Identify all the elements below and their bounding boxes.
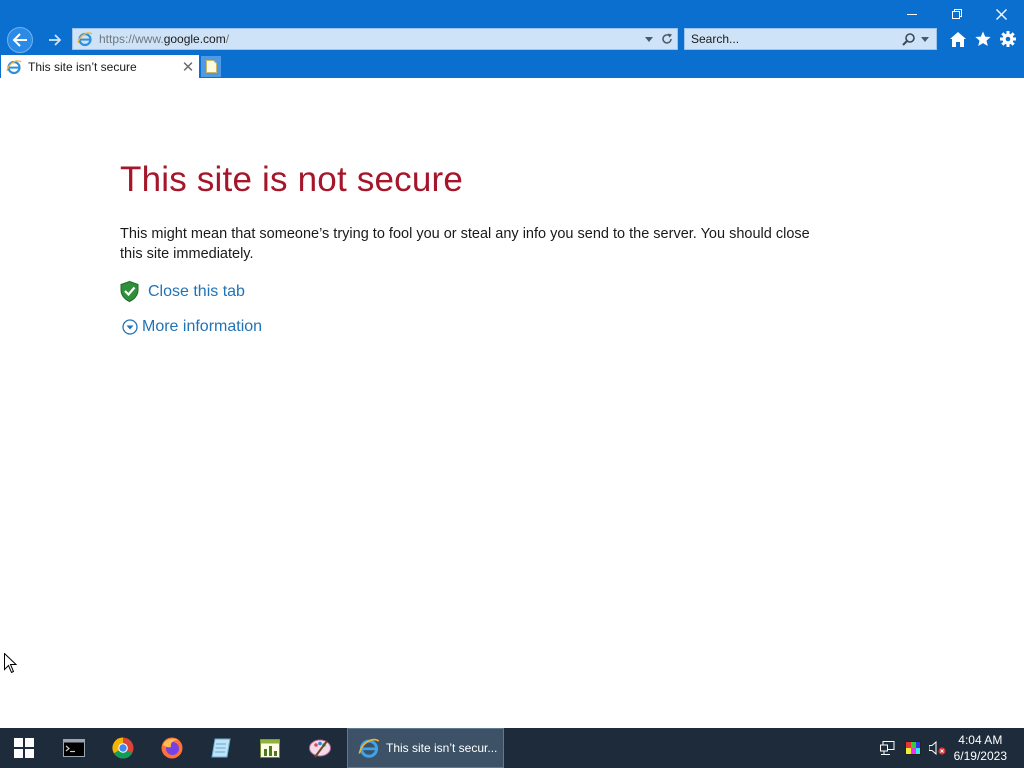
minimize-button[interactable] (889, 4, 934, 24)
windows-logo-icon (14, 738, 34, 758)
home-icon (950, 31, 966, 47)
firefox-icon (161, 737, 183, 759)
command-prompt-icon (63, 739, 85, 757)
taskbar-app-paint[interactable] (296, 728, 344, 768)
close-this-tab-link[interactable]: Close this tab (120, 281, 245, 302)
clock-time: 4:04 AM (958, 733, 1003, 747)
chrome-icon (112, 737, 134, 759)
tray-color-button[interactable] (904, 739, 922, 757)
more-information-link[interactable]: More information (122, 318, 262, 336)
search-icon (901, 32, 915, 46)
arrow-left-icon (12, 33, 27, 47)
circle-chevron-down-icon (122, 319, 138, 335)
page-title: This site is not secure (120, 160, 464, 199)
chevron-down-icon (645, 36, 653, 42)
tab-close-button[interactable]: ✕ (179, 58, 197, 76)
color-display-icon (905, 741, 921, 755)
search-box[interactable] (684, 28, 937, 50)
forward-button[interactable] (44, 29, 66, 51)
more-information-label: More information (142, 318, 263, 335)
system-clock[interactable]: 4:04 AM 6/19/2023 (954, 732, 1007, 764)
taskbar-app-chrome[interactable] (99, 728, 147, 768)
chevron-down-icon (921, 36, 929, 42)
settings-button[interactable] (998, 29, 1018, 49)
search-button[interactable] (898, 30, 918, 48)
volume-muted-icon (928, 741, 946, 755)
taskbar-app-firefox[interactable] (148, 728, 196, 768)
page-content: This site is not secure This might mean … (0, 78, 1024, 728)
network-icon (880, 741, 895, 755)
refresh-button[interactable] (657, 30, 677, 48)
paint-icon (309, 739, 331, 758)
page-description: This might mean that someone’s trying to… (120, 226, 810, 262)
restore-button[interactable] (934, 4, 979, 24)
ie-taskbar-icon (358, 738, 380, 758)
new-tab-button[interactable] (201, 56, 221, 77)
home-button[interactable] (948, 29, 968, 49)
close-this-tab-label: Close this tab (148, 282, 245, 300)
browser-chrome: https://www.google.com/ Search... This s… (0, 0, 1024, 78)
taskbar-app-notepad[interactable] (197, 728, 245, 768)
url-prefix: https://www. (99, 32, 164, 46)
mouse-cursor-icon (4, 653, 17, 674)
refresh-icon (662, 33, 672, 44)
taskbar: This site isn’t secur... 4:04 AM 6/19/20… (0, 728, 1024, 768)
search-dropdown-button[interactable] (918, 30, 932, 48)
ie-tab-icon (6, 59, 22, 74)
active-window-label: This site isn’t secur... (386, 741, 498, 755)
minimize-icon (906, 14, 917, 15)
tray-network-button[interactable] (879, 739, 897, 757)
green-shield-check-icon (120, 281, 139, 302)
restore-icon (951, 9, 962, 19)
tab-title: This site isn’t secure (28, 59, 137, 74)
back-button[interactable] (7, 27, 33, 53)
clock-date: 6/19/2023 (953, 749, 1007, 763)
tray-volume-button[interactable] (928, 739, 946, 757)
taskbar-app-command-prompt[interactable] (50, 728, 98, 768)
address-bar[interactable]: https://www.google.com/ (72, 28, 678, 50)
search-input[interactable] (691, 32, 891, 46)
address-dropdown-button[interactable] (641, 30, 657, 48)
settings-gear-icon (1000, 31, 1016, 47)
taskbar-active-window[interactable]: This site isn’t secur... (347, 728, 504, 768)
favorites-button[interactable] (973, 29, 993, 49)
ie-page-icon (77, 32, 93, 47)
taskbar-app-spreadsheet[interactable] (246, 728, 294, 768)
notepad-icon (211, 738, 231, 758)
arrow-right-icon (49, 34, 62, 46)
url-text[interactable]: https://www.google.com/ (99, 32, 641, 46)
new-tab-icon (205, 60, 217, 73)
close-icon (996, 8, 1007, 20)
url-host: google.com (163, 32, 226, 46)
window-controls (889, 4, 1024, 24)
favorites-star-icon (975, 31, 991, 46)
tab-active[interactable]: This site isn’t secure ✕ (1, 55, 199, 78)
close-window-button[interactable] (979, 4, 1024, 24)
spreadsheet-icon (260, 739, 280, 758)
url-suffix: / (225, 32, 230, 46)
start-button[interactable] (0, 728, 48, 768)
